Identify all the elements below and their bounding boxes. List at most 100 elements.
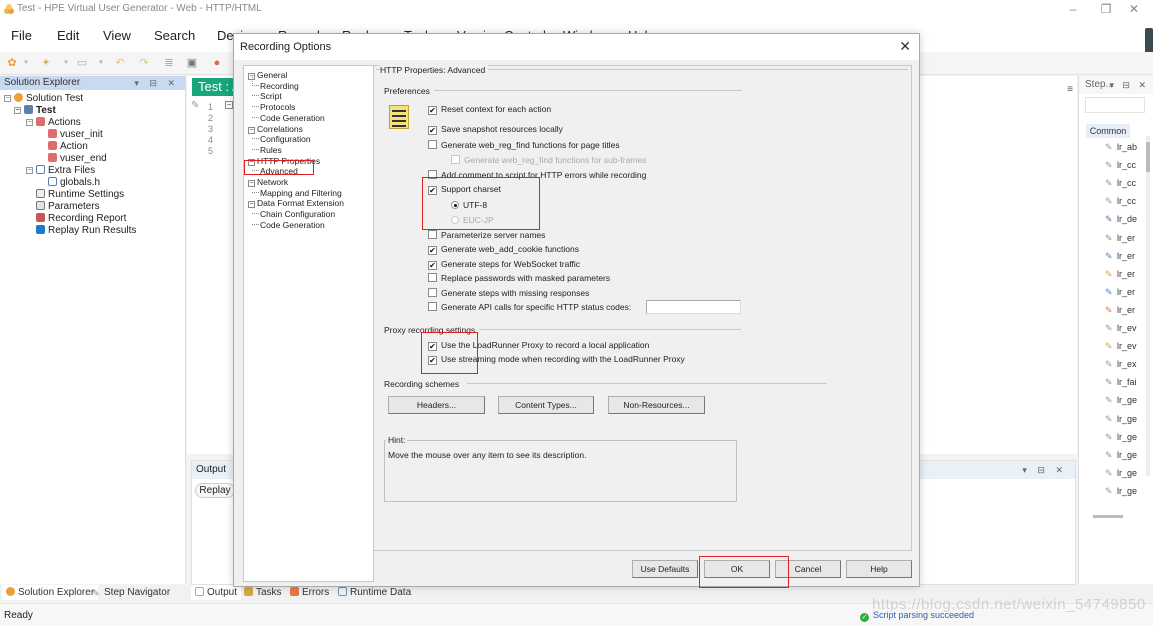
option-support-charset[interactable]: ✔ Support charset: [428, 184, 501, 195]
step-item[interactable]: ✎ lr_ge: [1105, 432, 1137, 443]
checkbox[interactable]: ✔: [428, 261, 437, 270]
panel-controls[interactable]: ▾ ⊟ ✕: [1109, 76, 1149, 94]
option-web-reg-find-titles[interactable]: Generate web_reg_find functions for page…: [428, 140, 620, 150]
menu-file[interactable]: File: [11, 28, 32, 43]
checkbox[interactable]: ✔: [428, 356, 437, 365]
checkbox[interactable]: ✔: [428, 126, 437, 135]
step-item[interactable]: ✎ lr_er: [1105, 305, 1135, 316]
redo-icon[interactable]: ↷: [138, 57, 150, 69]
use-defaults-button[interactable]: Use Defaults: [632, 560, 698, 578]
checkbox[interactable]: [428, 302, 437, 311]
nav-item-data-format-extension[interactable]: − Data Format Extension: [248, 198, 344, 209]
step-item[interactable]: ✎ lr_ge: [1105, 468, 1137, 479]
runtime-settings-icon[interactable]: ▣: [186, 57, 198, 69]
option-save-snapshot[interactable]: ✔ Save snapshot resources locally: [428, 124, 563, 135]
checkbox[interactable]: ✔: [428, 246, 437, 255]
option-parameterize-server-names[interactable]: Parameterize server names: [428, 230, 545, 240]
tree-item-recording-report[interactable]: Recording Report: [36, 213, 126, 225]
nav-item-recording[interactable]: Recording: [252, 81, 299, 91]
dropdown-icon[interactable]: ▾: [60, 57, 72, 69]
tree-item-runtime-settings[interactable]: Runtime Settings: [36, 189, 124, 201]
status-codes-input[interactable]: [646, 300, 741, 314]
tab-errors[interactable]: Errors: [286, 585, 333, 600]
option-reset-context[interactable]: ✔ Reset context for each action: [428, 104, 551, 115]
nav-item-advanced[interactable]: Advanced: [252, 166, 298, 176]
tab-step-navigator[interactable]: ✎ Step Navigator: [88, 585, 174, 600]
close-window-button[interactable]: ✕: [1124, 2, 1144, 16]
checkbox[interactable]: [428, 273, 437, 282]
compile-icon[interactable]: ≣: [163, 57, 175, 69]
tree-item-globals[interactable]: globals.h: [48, 177, 100, 189]
collapse-icon[interactable]: −: [248, 126, 255, 134]
collapse-icon[interactable]: −: [26, 167, 33, 174]
option-mask-passwords[interactable]: Replace passwords with masked parameters: [428, 273, 610, 283]
radio-button[interactable]: [451, 201, 459, 209]
undo-icon[interactable]: ↶: [114, 57, 126, 69]
tree-item-replay-results[interactable]: Replay Run Results: [36, 225, 136, 237]
checkbox[interactable]: [428, 230, 437, 239]
option-web-add-cookie[interactable]: ✔ Generate web_add_cookie functions: [428, 244, 579, 255]
non-resources-button[interactable]: Non-Resources...: [608, 396, 705, 414]
option-streaming-mode[interactable]: ✔ Use streaming mode when recording with …: [428, 354, 685, 365]
tree-item-script[interactable]: − Test: [14, 105, 56, 117]
panel-controls[interactable]: ▾ ⊟ ✕: [1022, 461, 1067, 479]
step-item[interactable]: ✎ lr_er: [1105, 233, 1135, 244]
tab-output[interactable]: Output: [191, 585, 242, 600]
collapse-icon[interactable]: −: [248, 73, 255, 80]
nav-item-code-generation[interactable]: Code Generation: [252, 113, 325, 123]
collapse-icon[interactable]: −: [26, 119, 33, 126]
tab-tasks[interactable]: Tasks: [240, 585, 286, 600]
collapse-icon[interactable]: −: [4, 95, 11, 102]
step-item[interactable]: ✎ lr_cc: [1105, 178, 1136, 189]
tree-item-parameters[interactable]: Parameters: [36, 201, 100, 213]
step-item[interactable]: ✎ lr_de: [1105, 214, 1137, 225]
save-icon[interactable]: ▭: [76, 57, 88, 69]
replay-filter-button[interactable]: Replay: [195, 483, 235, 498]
nav-item-http-properties[interactable]: − HTTP Properties: [248, 156, 320, 166]
menu-search[interactable]: Search: [154, 28, 195, 43]
step-item[interactable]: ✎ lr_ge: [1105, 395, 1137, 406]
ok-button[interactable]: OK: [704, 560, 770, 578]
collapse-icon[interactable]: −: [248, 158, 255, 166]
dropdown-icon[interactable]: ▾: [95, 57, 107, 69]
checkbox[interactable]: ✔: [428, 186, 437, 195]
nav-item-code-generation[interactable]: Code Generation: [252, 220, 325, 230]
dropdown-icon[interactable]: ▾: [20, 57, 32, 69]
nav-item-configuration[interactable]: Configuration: [252, 134, 311, 144]
step-item[interactable]: ✎ lr_cc: [1105, 196, 1136, 207]
cancel-button[interactable]: Cancel: [775, 560, 841, 578]
tree-item-solution[interactable]: − Solution Test: [4, 93, 83, 105]
step-item[interactable]: ✎ lr_er: [1105, 251, 1135, 262]
option-api-status-codes[interactable]: Generate API calls for specific HTTP sta…: [428, 302, 631, 312]
tab-list-icon[interactable]: ≡: [1067, 84, 1073, 95]
checkbox[interactable]: ✔: [428, 342, 437, 351]
nav-item-protocols[interactable]: Protocols: [252, 102, 295, 112]
step-item[interactable]: ✎ lr_ex: [1105, 359, 1137, 370]
option-use-lr-proxy[interactable]: ✔ Use the LoadRunner Proxy to record a lo…: [428, 340, 649, 351]
option-missing-responses[interactable]: Generate steps with missing responses: [428, 288, 589, 298]
minimize-button[interactable]: –: [1063, 2, 1083, 16]
step-item[interactable]: ✎ lr_cc: [1105, 160, 1136, 171]
step-item[interactable]: ✎ lr_ge: [1105, 450, 1137, 461]
tab-solution-explorer[interactable]: Solution Explorer: [2, 585, 99, 600]
nav-item-rules[interactable]: Rules: [252, 145, 282, 155]
menu-view[interactable]: View: [103, 28, 131, 43]
tree-item-vuser-init[interactable]: vuser_init: [48, 129, 103, 141]
nav-item-script[interactable]: Script: [252, 91, 282, 101]
solution-icon[interactable]: ✿: [6, 57, 18, 69]
step-item[interactable]: ✎ lr_ev: [1105, 323, 1137, 334]
collapse-icon[interactable]: −: [248, 180, 255, 187]
tab-runtime-data[interactable]: Runtime Data: [334, 585, 415, 600]
tree-item-extra-files[interactable]: − Extra Files: [26, 165, 95, 177]
step-search-box[interactable]: [1085, 97, 1145, 113]
help-button[interactable]: Help: [846, 560, 912, 578]
collapse-icon[interactable]: −: [248, 201, 255, 209]
step-category-common[interactable]: Common: [1086, 124, 1130, 138]
nav-item-chain-configuration[interactable]: Chain Configuration: [252, 209, 335, 219]
tree-item-vuser-end[interactable]: vuser_end: [48, 153, 107, 165]
new-script-icon[interactable]: ✦: [40, 57, 52, 69]
tree-item-actions[interactable]: − Actions: [26, 117, 81, 129]
step-item[interactable]: ✎ lr_ge: [1105, 486, 1137, 497]
dialog-close-button[interactable]: ✕: [899, 38, 911, 55]
radio-utf8[interactable]: UTF-8: [451, 200, 487, 210]
